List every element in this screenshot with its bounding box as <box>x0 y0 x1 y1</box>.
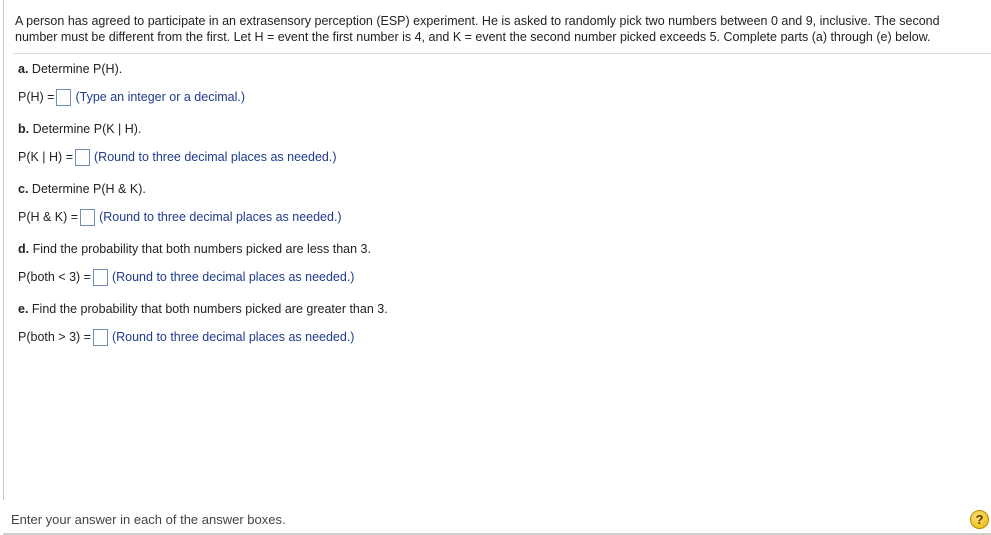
part-c-text: Determine P(H & K). <box>31 182 146 196</box>
part-d-question: d. Find the probability that both number… <box>18 242 371 256</box>
part-b-question: b. Determine P(K | H). <box>18 122 141 136</box>
part-d-answer-label: P(both < 3) = <box>18 270 91 284</box>
part-c-answer-row: P(H & K) = (Round to three decimal place… <box>18 207 342 227</box>
part-b-answer-label: P(K | H) = <box>18 150 73 164</box>
part-a-answer-label: P(H) = <box>18 90 55 104</box>
part-e-question: e. Find the probability that both number… <box>18 302 388 316</box>
part-c-letter: c. <box>18 182 29 196</box>
divider <box>13 53 991 54</box>
part-c-hint: (Round to three decimal places as needed… <box>99 210 342 224</box>
part-e-answer-label: P(both > 3) = <box>18 330 91 344</box>
part-a-answer-box[interactable] <box>56 88 72 106</box>
part-d-answer-row: P(both < 3) = (Round to three decimal pl… <box>18 267 354 287</box>
part-a-text: Determine P(H). <box>31 62 123 76</box>
part-b-answer-row: P(K | H) = (Round to three decimal place… <box>18 147 337 167</box>
part-e-text: Find the probability that both numbers p… <box>31 302 388 316</box>
part-e-answer-row: P(both > 3) = (Round to three decimal pl… <box>18 327 354 347</box>
part-d-letter: d. <box>18 242 30 256</box>
part-b-letter: b. <box>18 122 30 136</box>
part-d-text: Find the probability that both numbers p… <box>32 242 371 256</box>
part-b-answer-box[interactable] <box>75 148 90 166</box>
part-e-hint: (Round to three decimal places as needed… <box>111 330 355 344</box>
part-c-answer-box[interactable] <box>80 208 96 226</box>
part-e-letter: e. <box>18 302 29 316</box>
part-a-hint: (Type an integer or a decimal.) <box>75 90 245 104</box>
part-a-letter: a. <box>18 62 29 76</box>
part-c-question: c. Determine P(H & K). <box>18 182 146 196</box>
part-a-answer-row: P(H) = (Type an integer or a decimal.) <box>18 87 245 107</box>
part-b-text: Determine P(K | H). <box>32 122 142 136</box>
problem-statement: A person has agreed to participate in an… <box>15 14 940 44</box>
part-d-hint: (Round to three decimal places as needed… <box>111 270 355 284</box>
footer-instruction: Enter your answer in each of the answer … <box>11 512 286 527</box>
part-d-answer-box[interactable] <box>92 268 108 286</box>
part-e-answer-box[interactable] <box>92 328 108 346</box>
part-c-answer-label: P(H & K) = <box>18 210 79 224</box>
part-a-question: a. Determine P(H). <box>18 62 122 76</box>
part-b-hint: (Round to three decimal places as needed… <box>94 150 337 164</box>
help-icon[interactable]: ? <box>970 510 989 529</box>
